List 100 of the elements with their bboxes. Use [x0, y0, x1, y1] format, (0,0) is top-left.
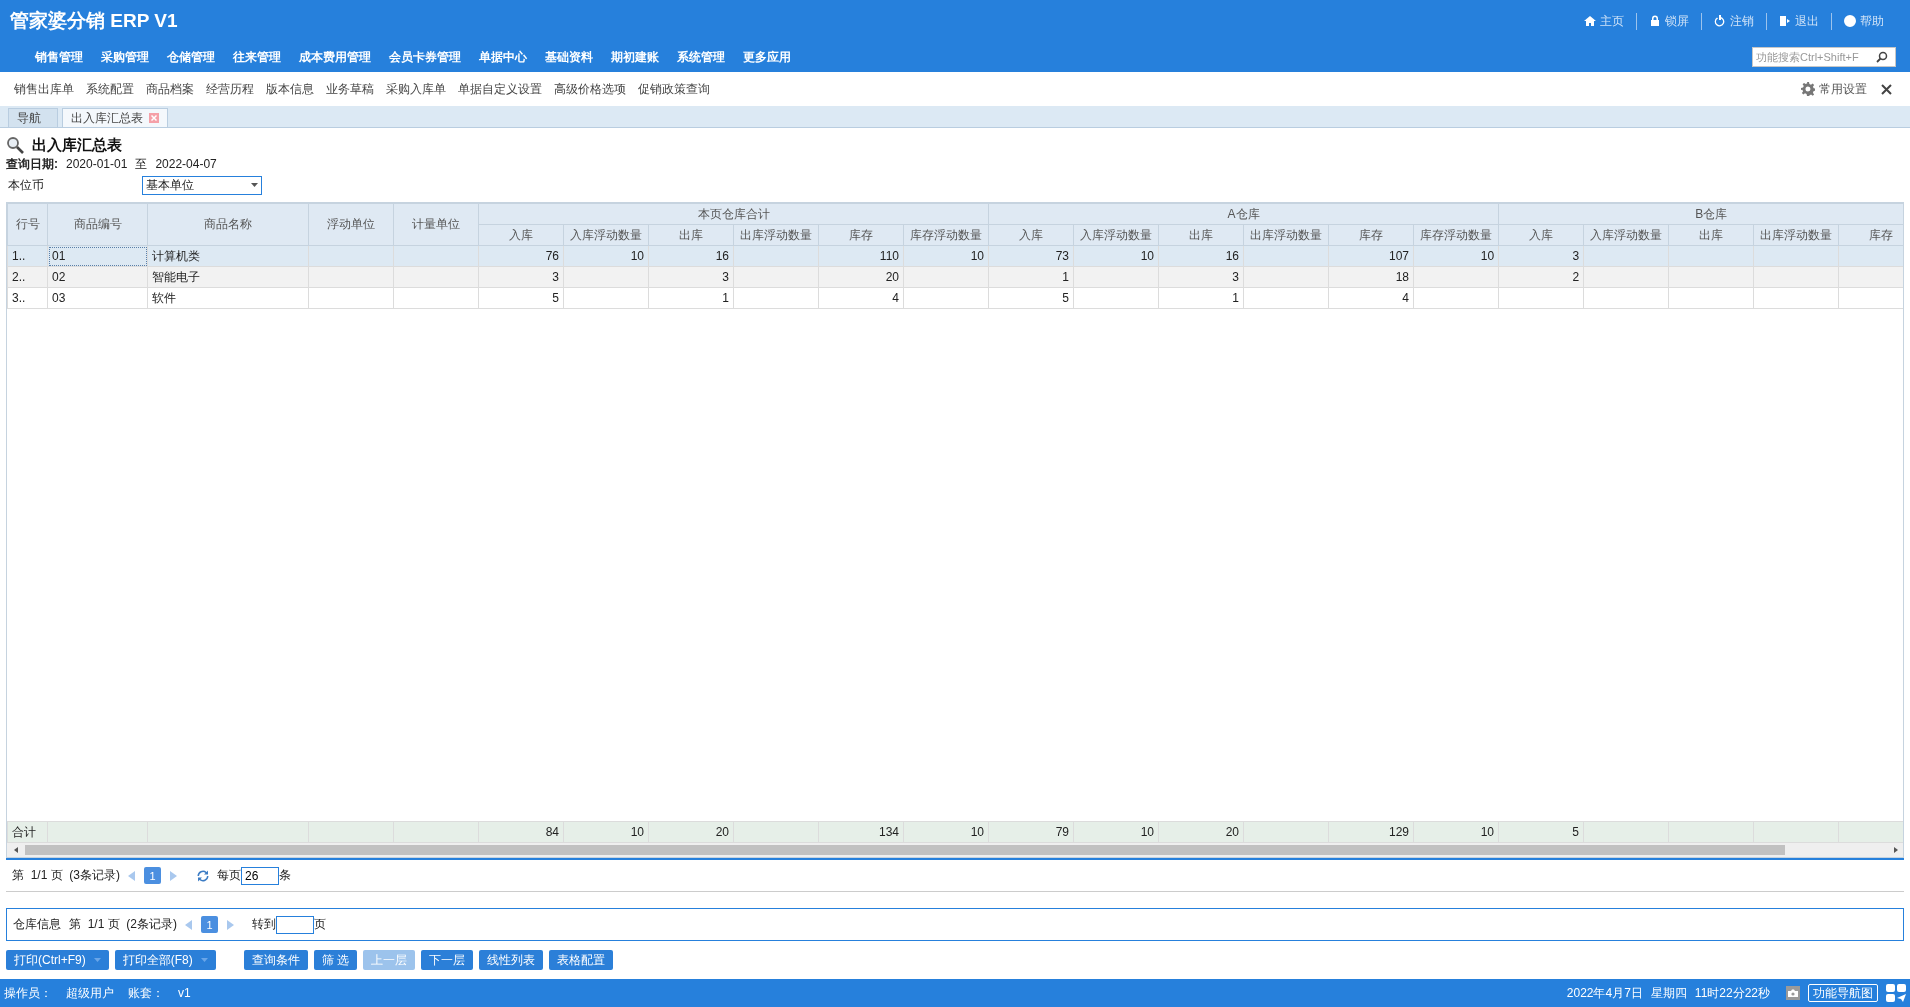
date-to: 2022-04-07 — [155, 157, 217, 171]
table-cell: 10 — [1413, 821, 1499, 843]
table-cell: 84 — [478, 821, 564, 843]
table-cell: 20 — [648, 821, 734, 843]
close-icon[interactable] — [1881, 83, 1892, 95]
table-cell: 110 — [818, 245, 904, 267]
tab[interactable]: 出入库汇总表 — [62, 108, 168, 127]
nav-map-button[interactable]: 功能导航图 — [1808, 984, 1878, 1002]
date-separator: 至 — [135, 155, 148, 173]
status-weekday: 星期四 — [1650, 984, 1687, 1002]
quick-link[interactable]: 采购入库单 — [386, 80, 446, 98]
grid-icon[interactable] — [1886, 984, 1906, 1002]
header-link[interactable]: 注销 — [1701, 12, 1766, 30]
table-row[interactable]: 3.. 03 软件 5 1 4 5 1 4 — [7, 287, 1903, 309]
operator-name: 超级用户 — [66, 984, 114, 1002]
header-link[interactable]: 退出 — [1766, 12, 1831, 30]
toolbar-button[interactable]: 打印全部(F8) — [114, 950, 216, 970]
table-cell: 20 — [1158, 821, 1244, 843]
table-cell: 智能电子 — [147, 266, 309, 288]
table-cell: 4 — [1328, 287, 1414, 309]
page-number[interactable]: 1 — [201, 916, 219, 933]
goto-field[interactable] — [276, 915, 315, 934]
table-cell: 10 — [903, 821, 989, 843]
quick-link[interactable]: 单据自定义设置 — [458, 80, 542, 98]
menu-item[interactable]: 单据中心 — [470, 48, 536, 66]
group-header: A仓库 — [988, 203, 1499, 225]
column-header: 商品名称 — [147, 203, 309, 246]
caret-icon — [251, 183, 258, 187]
column-header: 行号 — [7, 203, 48, 246]
table-cell: 79 — [988, 821, 1074, 843]
table-row[interactable]: 2.. 02 智能电子 3 3 20 1 3 18 2 — [7, 266, 1903, 288]
quick-link[interactable]: 系统配置 — [86, 80, 134, 98]
table-cell: 5 — [1498, 821, 1584, 843]
menu-item[interactable]: 系统管理 — [668, 48, 734, 66]
menu-item[interactable]: 会员卡券管理 — [380, 48, 470, 66]
refresh-icon[interactable] — [197, 869, 210, 882]
previous-page-icon[interactable] — [185, 919, 194, 930]
quick-link[interactable]: 高级价格选项 — [554, 80, 626, 98]
toolbar-button[interactable]: 筛 选 — [313, 950, 357, 970]
header-link[interactable]: 帮助 — [1831, 12, 1896, 30]
table-cell: 02 — [47, 266, 148, 288]
report-title: 出入库汇总表 — [32, 135, 122, 155]
table-cell: 1 — [988, 266, 1074, 288]
table-row[interactable]: 1.. 01 计算机类 76 10 16 110 10 73 10 16 107 10 3 — [7, 245, 1903, 267]
menu-item[interactable]: 期初建账 — [602, 48, 668, 66]
status-date: 2022年4月7日 — [1566, 984, 1643, 1002]
quick-link[interactable]: 销售出库单 — [14, 80, 74, 98]
table-cell: 3 — [1158, 266, 1244, 288]
table-cell: 10 — [563, 821, 649, 843]
horizontal-scrollbar[interactable] — [7, 843, 1903, 857]
power-icon — [1714, 15, 1726, 27]
table-cell: 10 — [903, 245, 989, 267]
table-cell: 1 — [648, 287, 734, 309]
settings-button[interactable]: 常用设置 — [1801, 80, 1867, 98]
menu-item[interactable]: 仓储管理 — [158, 48, 224, 66]
per-page-unit: 条 — [279, 867, 292, 884]
table-cell: 3 — [1498, 245, 1584, 267]
quick-link[interactable]: 商品档案 — [146, 80, 194, 98]
table-cell: 10 — [1413, 245, 1499, 267]
table-cell: 73 — [988, 245, 1074, 267]
column-header: 计量单位 — [393, 203, 479, 246]
tab[interactable]: 导航 — [8, 108, 58, 127]
header-link[interactable]: 主页 — [1572, 12, 1636, 30]
status-time: 11时22分22秒 — [1694, 984, 1770, 1002]
home-icon — [1584, 15, 1596, 27]
menu-item[interactable]: 往来管理 — [224, 48, 290, 66]
per-page-field[interactable]: 26 — [241, 866, 280, 885]
toolbar-button[interactable]: 表格配置 — [549, 950, 613, 970]
camera-icon[interactable] — [1786, 986, 1800, 1000]
page-number[interactable]: 1 — [144, 867, 162, 884]
header-link[interactable]: 锁屏 — [1636, 12, 1701, 30]
quick-link[interactable]: 经营历程 — [206, 80, 254, 98]
toolbar-button[interactable]: 线性列表 — [479, 950, 543, 970]
table-cell: 5 — [988, 287, 1074, 309]
menu-item[interactable]: 销售管理 — [26, 48, 92, 66]
previous-page-icon[interactable] — [128, 870, 137, 881]
menu-item[interactable]: 更多应用 — [734, 48, 800, 66]
toolbar-button[interactable]: 下一层 — [421, 950, 473, 970]
toolbar-button[interactable]: 查询条件 — [243, 950, 308, 970]
table-cell: 1.. — [7, 245, 48, 267]
search-icon — [1876, 51, 1888, 63]
per-page-label: 每页 — [217, 867, 242, 884]
search-field[interactable]: 功能搜索Ctrl+Shift+F — [1752, 47, 1896, 67]
toolbar-button[interactable]: 打印(Ctrl+F9) — [6, 950, 109, 970]
table-cell: 软件 — [147, 287, 309, 309]
menu-item[interactable]: 采购管理 — [92, 48, 158, 66]
next-page-icon[interactable] — [226, 919, 235, 930]
quick-link[interactable]: 促销政策查询 — [638, 80, 710, 98]
table-cell: 2 — [1498, 266, 1584, 288]
table-cell: 10 — [1073, 245, 1159, 267]
menu-item[interactable]: 基础资料 — [536, 48, 602, 66]
table-cell: 129 — [1328, 821, 1414, 843]
table-cell: 3 — [478, 266, 564, 288]
next-page-icon[interactable] — [169, 870, 178, 881]
quick-link[interactable]: 业务草稿 — [326, 80, 374, 98]
table-cell: 18 — [1328, 266, 1414, 288]
quick-link[interactable]: 版本信息 — [266, 80, 314, 98]
menu-item[interactable]: 成本费用管理 — [290, 48, 380, 66]
column-header: 浮动单位 — [308, 203, 394, 246]
unit-select[interactable]: 基本单位 — [142, 175, 262, 195]
